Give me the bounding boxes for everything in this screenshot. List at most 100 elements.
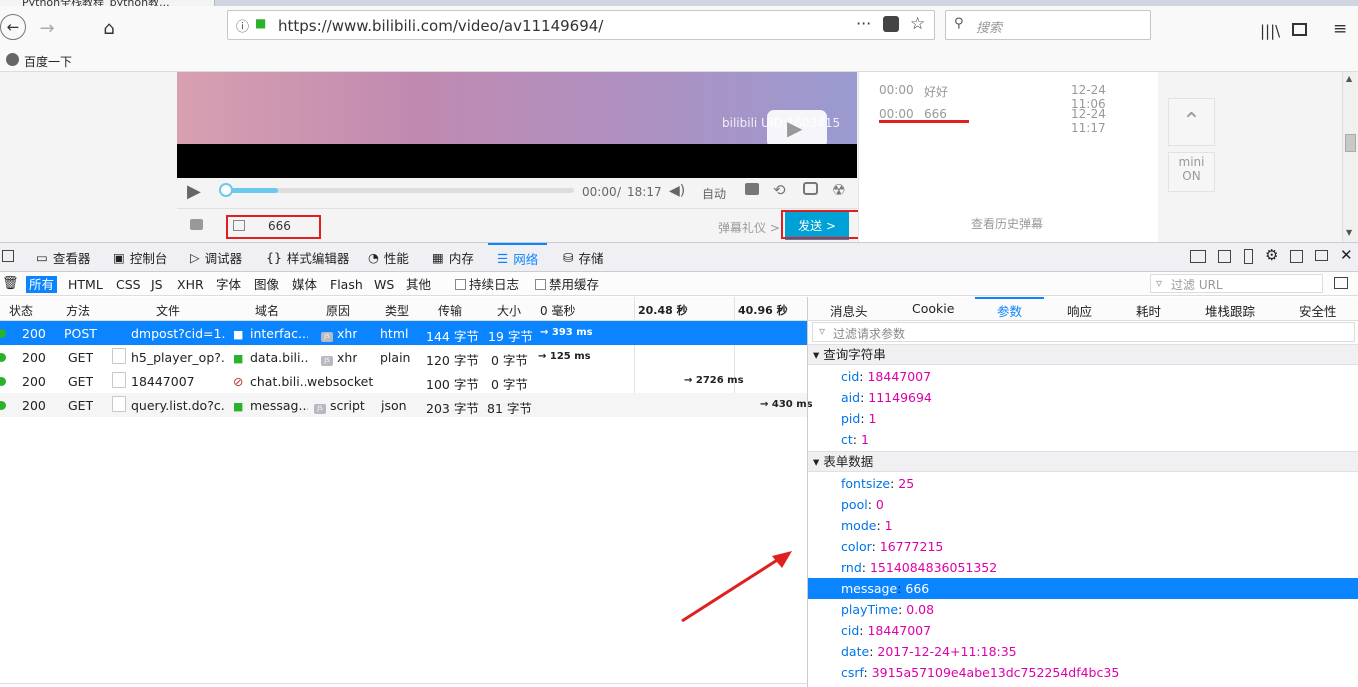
- form-param-row[interactable]: rnd: 1514084836051352: [808, 557, 1358, 578]
- param-row[interactable]: aid: 11149694: [808, 387, 1358, 408]
- filter-js[interactable]: JS: [148, 276, 166, 293]
- filter-fonts[interactable]: 字体: [213, 276, 244, 293]
- bookmark-item[interactable]: 百度一下: [24, 53, 72, 70]
- tab-network[interactable]: ☰ 网络: [488, 243, 548, 272]
- persist-logs-toggle[interactable]: 持续日志: [452, 276, 522, 293]
- filter-ws[interactable]: WS: [371, 276, 397, 293]
- dock-side-icon[interactable]: [1290, 250, 1303, 263]
- params-filter-input[interactable]: ▿ 过滤请求参数: [812, 322, 1355, 342]
- tab-performance[interactable]: ◔ 性能: [368, 243, 409, 272]
- col-file[interactable]: 文件: [156, 302, 180, 319]
- danmaku-list-item[interactable]: 00:00 好好 12-24 11:06: [879, 83, 1139, 111]
- split-console-icon[interactable]: [1190, 250, 1206, 263]
- progress-track[interactable]: [219, 183, 574, 197]
- checkbox[interactable]: [455, 279, 466, 290]
- page-scrollbar[interactable]: ▲ ▼: [1342, 72, 1358, 242]
- filter-other[interactable]: 其他: [403, 276, 434, 293]
- tab-security[interactable]: 安全性: [1299, 301, 1337, 320]
- tab-storage[interactable]: ⛁ 存储: [563, 243, 604, 272]
- filter-xhr[interactable]: XHR: [174, 276, 207, 293]
- tab-response[interactable]: 响应: [1067, 301, 1092, 320]
- request-row[interactable]: 200 GET query.list.do?c... ■ messag... J…: [0, 393, 813, 417]
- form-param-row[interactable]: date: 2017-12-24+11:18:35: [808, 641, 1358, 662]
- checkbox[interactable]: [535, 279, 546, 290]
- scroll-up-arrow-icon[interactable]: ▲: [1346, 74, 1352, 83]
- filter-css[interactable]: CSS: [113, 276, 144, 293]
- home-button[interactable]: ⌂: [95, 14, 123, 42]
- tab-stack-trace[interactable]: 堆栈跟踪: [1205, 301, 1255, 320]
- param-row[interactable]: cid: 18447007: [808, 366, 1358, 387]
- fullscreen-icon[interactable]: [803, 182, 818, 195]
- col-domain[interactable]: 域名: [255, 302, 279, 319]
- comment-icon[interactable]: [190, 219, 203, 230]
- pocket-icon[interactable]: [883, 16, 899, 32]
- tab-style-editor[interactable]: {} 样式编辑器: [266, 243, 349, 272]
- scroll-thumb[interactable]: [1345, 134, 1356, 152]
- pick-element-icon[interactable]: [2, 250, 14, 262]
- form-param-row[interactable]: cid: 18447007: [808, 620, 1358, 641]
- sidebar-icon[interactable]: [1292, 23, 1307, 36]
- tab-debugger[interactable]: ▷ 调试器: [190, 243, 242, 272]
- param-row[interactable]: pid: 1: [808, 408, 1358, 429]
- url-text[interactable]: https://www.bilibili.com/video/av1114969…: [278, 17, 603, 35]
- page-actions-icon[interactable]: ···: [856, 14, 871, 33]
- settings-icon[interactable]: ☢: [832, 181, 845, 199]
- request-row[interactable]: 200 GET 18447007 ⊘ chat.bili... websocke…: [0, 369, 808, 393]
- danmaku-toggle-icon[interactable]: [745, 183, 759, 195]
- form-param-row[interactable]: csrf: 3915a57109e4abe13dc752254df4bc35: [808, 662, 1358, 683]
- col-cause[interactable]: 原因: [326, 302, 350, 319]
- filter-all[interactable]: 所有: [26, 276, 58, 293]
- tab-cookies[interactable]: Cookie: [912, 301, 954, 316]
- query-string-section[interactable]: ▾ 查询字符串: [808, 344, 1358, 365]
- tab-params[interactable]: 参数: [997, 301, 1022, 320]
- filter-html[interactable]: HTML: [65, 276, 106, 293]
- options-icon[interactable]: [1218, 250, 1231, 263]
- loop-icon[interactable]: ⟲: [773, 181, 786, 199]
- tab-inspector[interactable]: ▭ 查看器: [36, 243, 90, 272]
- close-icon[interactable]: ✕: [1340, 246, 1353, 264]
- form-param-row[interactable]: mode: 1: [808, 515, 1358, 536]
- form-param-row-selected[interactable]: message: 666: [808, 578, 1358, 599]
- volume-icon[interactable]: ◀): [669, 183, 685, 199]
- url-bar[interactable]: ⓘ ■ https://www.bilibili.com/video/av111…: [227, 10, 935, 40]
- col-status[interactable]: 状态: [9, 302, 33, 319]
- back-button[interactable]: ←: [0, 14, 26, 40]
- info-icon[interactable]: ⓘ: [236, 16, 249, 35]
- gear-icon[interactable]: ⚙: [1265, 246, 1278, 264]
- library-icon[interactable]: |||\: [1260, 22, 1280, 40]
- col-type[interactable]: 类型: [385, 302, 409, 319]
- forward-button[interactable]: →: [33, 14, 61, 42]
- tab-timings[interactable]: 耗时: [1136, 301, 1161, 320]
- filter-images[interactable]: 图像: [251, 276, 282, 293]
- filter-media[interactable]: 媒体: [289, 276, 320, 293]
- menu-icon[interactable]: ≡: [1333, 19, 1347, 39]
- trash-icon[interactable]: 🗑: [2, 276, 19, 291]
- play-icon[interactable]: ▶: [187, 181, 201, 202]
- progress-handle[interactable]: [219, 183, 233, 197]
- tab-memory[interactable]: ▦ 内存: [432, 243, 474, 272]
- param-row[interactable]: ct: 1: [808, 429, 1358, 450]
- form-param-row[interactable]: color: 16777215: [808, 536, 1358, 557]
- danmaku-etiquette-link[interactable]: 弹幕礼仪 >: [718, 219, 780, 236]
- col-method[interactable]: 方法: [66, 302, 90, 319]
- play-overlay-button[interactable]: ▶: [767, 110, 827, 148]
- filter-url-input[interactable]: ▿ 过滤 URL: [1150, 274, 1323, 293]
- col-transferred[interactable]: 传输: [438, 302, 462, 319]
- scroll-down-arrow-icon[interactable]: ▼: [1346, 228, 1352, 237]
- tab-console[interactable]: ▣ 控制台: [113, 243, 167, 272]
- request-row[interactable]: 200 GET h5_player_op?... ■ data.bili... …: [0, 345, 808, 369]
- quality-selector[interactable]: 自动: [702, 185, 726, 202]
- col-size[interactable]: 大小: [497, 302, 521, 319]
- history-danmaku-link[interactable]: 查看历史弹幕: [971, 215, 1043, 232]
- disable-cache-toggle[interactable]: 禁用缓存: [532, 276, 602, 293]
- filter-flash[interactable]: Flash: [327, 276, 366, 293]
- undock-icon[interactable]: [1315, 250, 1328, 261]
- search-box[interactable]: ⚲ 搜索: [945, 10, 1151, 40]
- tab-headers[interactable]: 消息头: [830, 301, 868, 320]
- mini-player-toggle[interactable]: mini ON: [1168, 152, 1215, 192]
- responsive-design-icon[interactable]: [1244, 249, 1253, 264]
- form-param-row[interactable]: pool: 0: [808, 494, 1358, 515]
- scroll-top-button[interactable]: ⌃: [1168, 98, 1215, 146]
- form-param-row[interactable]: fontsize: 25: [808, 473, 1358, 494]
- form-data-section[interactable]: ▾ 表单数据: [808, 451, 1358, 472]
